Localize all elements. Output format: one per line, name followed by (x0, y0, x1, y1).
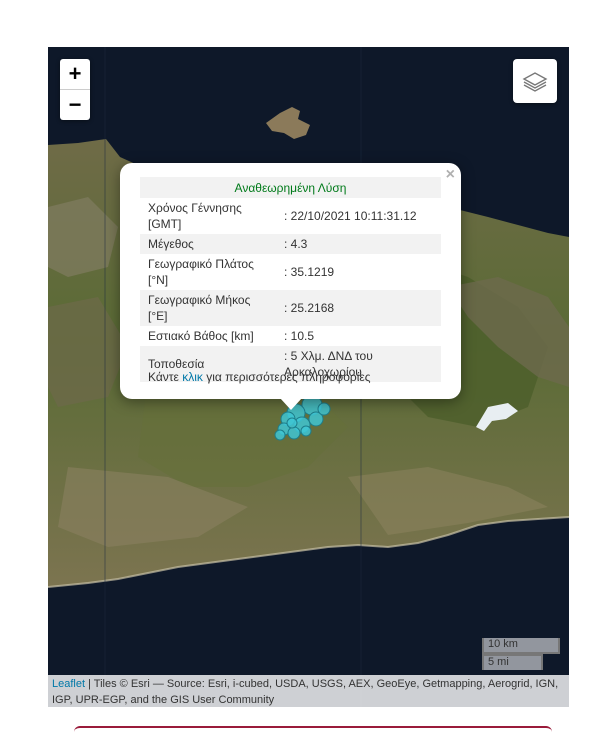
row-label: Γεωγραφικό Μήκος [°E] (140, 290, 276, 326)
scale-bar-km: 10 km (482, 638, 560, 654)
map-attribution: Leaflet | Tiles © Esri — Source: Esri, i… (48, 675, 569, 707)
leaflet-link[interactable]: Leaflet (52, 678, 85, 690)
row-label: Χρόνος Γέννησης [GMT] (148, 201, 242, 231)
row-value: : 22/10/2021 10:11:31.12 (284, 209, 417, 223)
earthquake-popup: × Αναθεωρημένη Λύση Χρόνος Γέννησης [GMT… (120, 163, 461, 399)
popup-title: Αναθεωρημένη Λύση (140, 177, 441, 198)
more-info-suffix: για περισσότερες πληροφορίες (202, 370, 371, 384)
popup-tip (280, 398, 302, 410)
next-section-edge (74, 726, 552, 732)
more-info-prefix: Κάντε (148, 370, 183, 384)
zoom-in-button[interactable]: + (60, 59, 90, 89)
more-info-text: Κάντε κλικ για περισσότερες πληροφορίες (148, 370, 371, 384)
row-value: : 35.1219 (284, 265, 335, 279)
row-value: : 10.5 (284, 329, 315, 343)
row-value: : 25.2168 (276, 290, 441, 326)
close-icon[interactable]: × (446, 166, 455, 184)
layers-button[interactable] (513, 59, 557, 103)
zoom-out-button[interactable]: − (60, 89, 90, 120)
attribution-text: | Tiles © Esri — Source: Esri, i-cubed, … (52, 678, 559, 706)
row-label: Μέγεθος (140, 234, 276, 254)
row-label: Γεωγραφικό Πλάτος [°N] (148, 257, 254, 287)
popup-details-table: Αναθεωρημένη Λύση Χρόνος Γέννησης [GMT] … (140, 177, 441, 382)
row-value: : 4.3 (276, 234, 441, 254)
scale-bar-mi: 5 mi (482, 654, 543, 670)
more-info-link[interactable]: κλικ (182, 370, 203, 384)
row-label: Εστιακό Βάθος [km] (148, 329, 254, 343)
zoom-control: + − (60, 59, 90, 120)
layers-icon (522, 72, 548, 92)
satellite-map[interactable]: + − × Αναθεωρημένη Λύση Χρόνος Γέννησης … (48, 47, 569, 707)
